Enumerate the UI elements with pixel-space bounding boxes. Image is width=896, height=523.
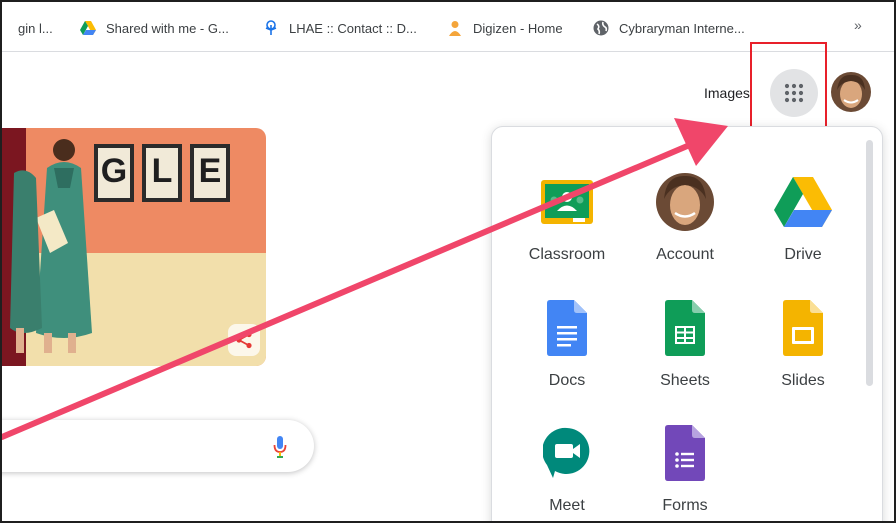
avatar-image bbox=[831, 72, 871, 112]
bookmark-label: gin l... bbox=[18, 20, 53, 36]
bookmark-item[interactable]: gin l... bbox=[18, 18, 53, 38]
app-label: Slides bbox=[781, 372, 825, 389]
globe-icon bbox=[593, 20, 609, 36]
doodle-letter-e: E bbox=[198, 152, 222, 190]
bookmarks-overflow-button[interactable]: » bbox=[854, 17, 862, 33]
bookmark-label: Digizen - Home bbox=[473, 20, 563, 36]
app-label: Sheets bbox=[660, 372, 710, 389]
app-label: Account bbox=[656, 246, 714, 263]
app-label: Meet bbox=[549, 497, 585, 514]
google-slides-icon bbox=[783, 300, 823, 356]
google-doodle[interactable]: G L E bbox=[2, 128, 266, 366]
google-sheets-icon bbox=[665, 300, 705, 356]
doodle-letter-g: G bbox=[100, 152, 128, 190]
bookmark-label: Cybraryman Interne... bbox=[619, 20, 745, 36]
app-forms[interactable]: Forms bbox=[626, 423, 744, 521]
doodle-share-button[interactable] bbox=[228, 324, 260, 356]
bookmark-label: LHAE :: Contact :: D... bbox=[289, 20, 417, 36]
app-label: Classroom bbox=[528, 246, 606, 263]
apps-panel-scrollbar[interactable] bbox=[866, 140, 873, 386]
bookmark-shared-with-me[interactable]: Shared with me - G... bbox=[80, 18, 229, 38]
bookmark-lhae-contact[interactable]: LHAE :: Contact :: D... bbox=[263, 18, 417, 38]
google-docs-icon bbox=[547, 300, 587, 356]
bookmark-label: Shared with me - G... bbox=[106, 20, 229, 36]
app-slides[interactable]: Slides bbox=[744, 298, 862, 408]
app-docs[interactable]: Docs bbox=[508, 298, 626, 408]
app-meet[interactable]: Meet bbox=[508, 423, 626, 521]
browser-window: gin l... Shared with me - G... LHAE :: C… bbox=[0, 0, 896, 523]
share-icon bbox=[236, 331, 252, 349]
images-link[interactable]: Images bbox=[704, 85, 750, 101]
microphone-icon[interactable] bbox=[273, 435, 287, 461]
doodle-illustration bbox=[2, 128, 266, 366]
app-label: Drive bbox=[784, 246, 822, 263]
app-classroom[interactable]: Classroom bbox=[508, 172, 626, 282]
person-icon bbox=[449, 21, 461, 36]
bookmark-cybraryman[interactable]: Cybraryman Interne... bbox=[593, 18, 745, 38]
google-forms-icon bbox=[665, 425, 705, 481]
apps-button-highlight bbox=[750, 42, 827, 137]
google-drive-icon bbox=[80, 21, 96, 35]
tree-icon bbox=[265, 20, 277, 35]
app-label: Docs bbox=[548, 372, 586, 389]
app-label: Forms bbox=[662, 497, 708, 514]
doodle-letter-l: L bbox=[151, 152, 173, 190]
search-input[interactable] bbox=[2, 420, 314, 472]
avatar[interactable] bbox=[831, 72, 871, 112]
bookmark-digizen-home[interactable]: Digizen - Home bbox=[447, 18, 563, 38]
google-drive-icon bbox=[774, 177, 832, 227]
app-sheets[interactable]: Sheets bbox=[626, 298, 744, 408]
app-drive[interactable]: Drive bbox=[744, 172, 862, 282]
app-account[interactable]: Account bbox=[626, 172, 744, 282]
google-classroom-icon bbox=[541, 180, 593, 224]
account-avatar bbox=[656, 173, 714, 231]
google-meet-icon bbox=[543, 427, 590, 478]
